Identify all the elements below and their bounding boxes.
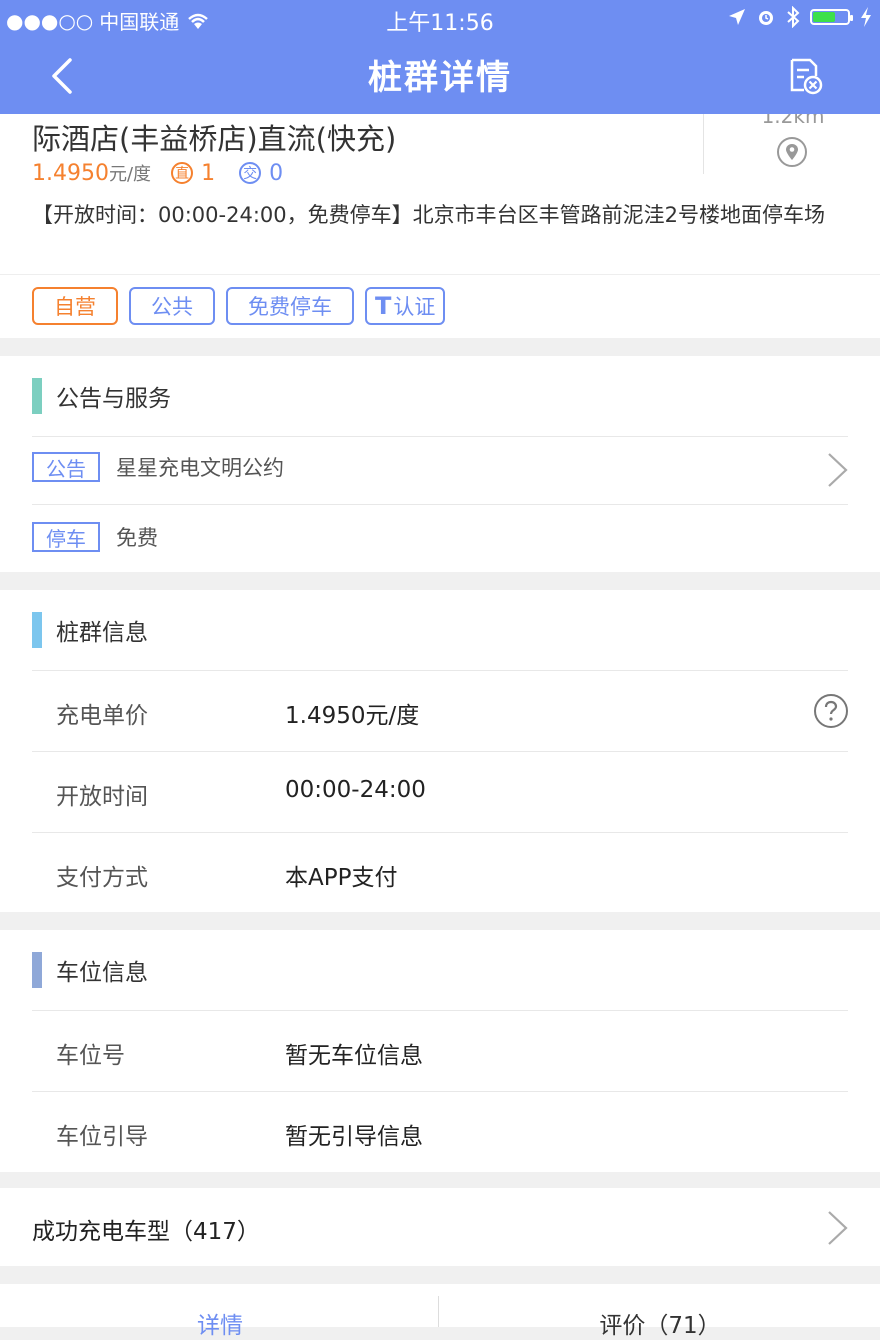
divider [32, 751, 848, 752]
announcement-section: 公告与服务 公告 星星充电文明公约 停车 免费 [0, 356, 880, 572]
status-right [728, 6, 872, 28]
notice-label: 公告 [32, 452, 100, 482]
section-accent-bar [32, 612, 42, 648]
top-bar: ●●●○○ 中国联通 上午11:56 桩群详情 [0, 0, 880, 114]
tag-tesla-label: 认证 [393, 295, 436, 319]
divider [32, 504, 848, 505]
chevron-right-icon [828, 1211, 848, 1245]
section-accent-bar [32, 378, 42, 414]
chevron-right-icon[interactable] [826, 450, 850, 490]
section-header: 桩群信息 [32, 610, 148, 650]
info-key: 开放时间 [56, 784, 148, 810]
info-value: 1.4950元/度 [285, 703, 420, 729]
location-arrow-icon [729, 9, 745, 25]
station-card: 际酒店(丰益桥店)直流(快充) 1.4950 元/度 直 1 交 0 1.2km… [0, 96, 880, 338]
divider [32, 436, 848, 437]
pile-info-section: 桩群信息 充电单价 1.4950元/度 开放时间 00:00-24:00 支付方… [0, 590, 880, 912]
parking-text: 免费 [116, 526, 158, 550]
info-key: 支付方式 [56, 865, 148, 891]
price-unit: 元/度 [108, 164, 152, 185]
help-icon[interactable] [812, 692, 850, 730]
info-key: 充电单价 [56, 703, 148, 729]
parking-info-section: 车位信息 车位号 暂无车位信息 车位引导 暂无引导信息 [0, 930, 880, 1172]
bluetooth-icon [787, 6, 800, 28]
success-models-label: 成功充电车型（417） [32, 1219, 260, 1245]
divider [32, 1091, 848, 1092]
divider [32, 1010, 848, 1011]
report-error-icon [790, 58, 823, 95]
status-bar: ●●●○○ 中国联通 上午11:56 [0, 0, 880, 36]
bottom-tab-bar: 详情 评价（71） [0, 1284, 880, 1339]
section-header: 公告与服务 [32, 376, 171, 416]
ac-count: 0 [269, 160, 284, 186]
tab-details[interactable]: 详情 [0, 1306, 440, 1340]
info-value: 暂无引导信息 [285, 1124, 423, 1150]
map-pin-icon[interactable] [776, 136, 808, 168]
info-value: 本APP支付 [285, 865, 398, 891]
info-key: 车位号 [56, 1043, 125, 1069]
section-header: 车位信息 [32, 950, 148, 990]
alarm-icon [759, 11, 773, 25]
ac-badge-icon: 交 [239, 162, 262, 184]
charging-bolt-icon [861, 7, 871, 27]
tab-reviews[interactable]: 评价（71） [440, 1306, 880, 1340]
tag-public: 公共 [129, 287, 215, 325]
divider [32, 670, 848, 671]
tab-divider [438, 1296, 439, 1327]
success-models-row[interactable]: 成功充电车型（417） [0, 1188, 880, 1266]
divider [0, 274, 880, 275]
section-accent-bar [32, 952, 42, 988]
tesla-logo-icon: T [375, 292, 392, 320]
battery-icon [810, 9, 853, 25]
tag-list: 自营 公共 免费停车 T 认证 [32, 287, 446, 325]
station-name: 际酒店(丰益桥店)直流(快充) [32, 122, 397, 156]
section-title: 车位信息 [56, 960, 148, 986]
info-key: 车位引导 [56, 1124, 148, 1150]
tag-self-operated: 自营 [32, 287, 118, 325]
divider [32, 832, 848, 833]
dc-badge-icon: 直 [171, 162, 194, 184]
section-title: 公告与服务 [56, 386, 171, 412]
price-row: 1.4950 元/度 直 1 交 0 [32, 160, 283, 186]
page-title: 桩群详情 [368, 58, 512, 98]
price-value: 1.4950 [32, 160, 109, 186]
tag-free-parking: 免费停车 [226, 287, 354, 325]
section-title: 桩群信息 [56, 620, 148, 646]
parking-row: 停车 免费 [32, 522, 158, 552]
tag-tesla-certified: T 认证 [365, 287, 446, 325]
station-address: 【开放时间：00:00-24:00，免费停车】北京市丰台区丰管路前泥洼2号楼地面… [32, 203, 825, 227]
notice-text: 星星充电文明公约 [116, 456, 284, 480]
report-error-button[interactable] [784, 56, 824, 96]
info-value: 暂无车位信息 [285, 1043, 423, 1069]
notice-row[interactable]: 公告 星星充电文明公约 [32, 452, 284, 482]
info-value: 00:00-24:00 [285, 777, 426, 803]
parking-label: 停车 [32, 522, 100, 552]
dc-count: 1 [201, 160, 216, 186]
